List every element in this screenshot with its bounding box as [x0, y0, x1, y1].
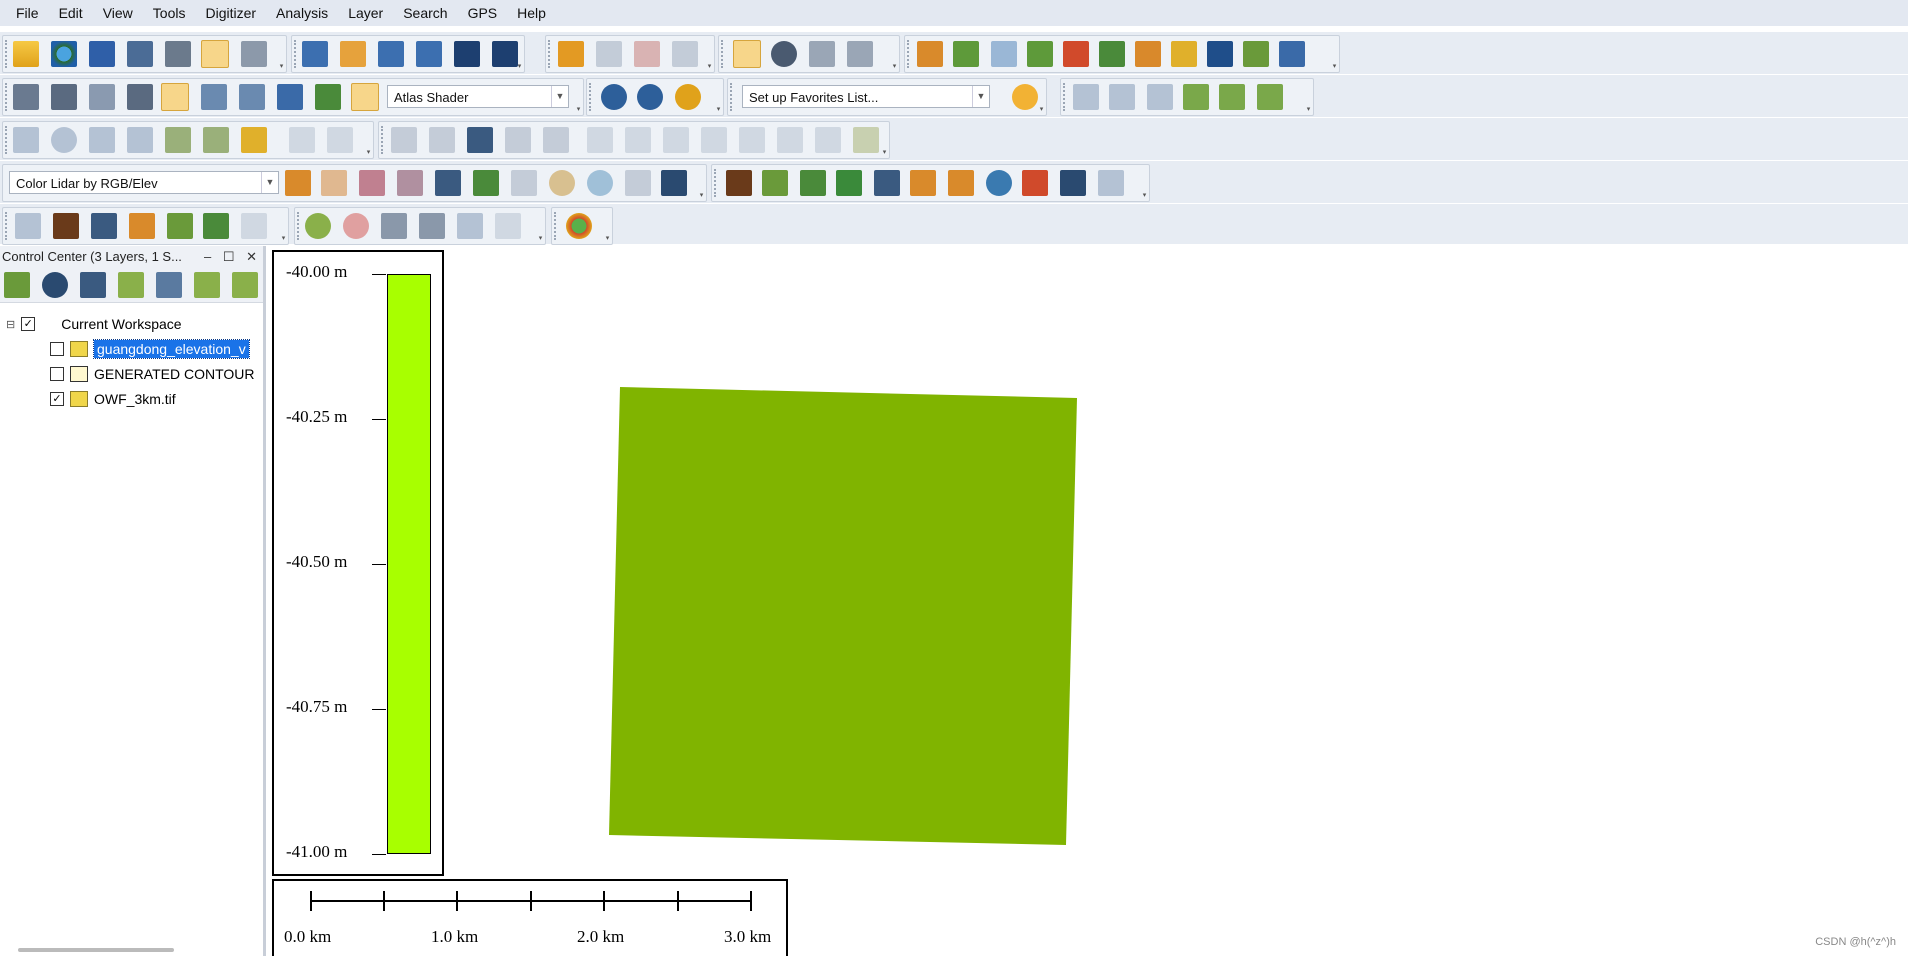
legend-label: -40.25 m	[286, 407, 348, 426]
legend-tick	[372, 419, 386, 420]
scale-tick	[530, 891, 532, 911]
scale-label: 3.0 km	[724, 927, 772, 946]
scale-label: 0.0 km	[284, 927, 332, 946]
watermark: CSDN @h(^z^)h	[1815, 936, 1896, 948]
legend-label: -40.50 m	[286, 552, 348, 571]
scale-tick	[310, 891, 312, 911]
scale-tick	[456, 891, 458, 911]
scale-label: 2.0 km	[577, 927, 625, 946]
legend-tick	[372, 564, 386, 565]
legend-label: -41.00 m	[286, 842, 348, 861]
legend-tick	[372, 709, 386, 710]
scale-tick	[750, 891, 752, 911]
legend-label: -40.75 m	[286, 697, 348, 716]
legend-color-bar	[387, 274, 431, 854]
scale-tick	[383, 891, 385, 911]
raster-tile[interactable]	[609, 387, 1077, 845]
scale-tick	[677, 891, 679, 911]
legend-tick	[372, 274, 386, 275]
scale-tick	[603, 891, 605, 911]
scale-label: 1.0 km	[431, 927, 479, 946]
legend-label: -40.00 m	[286, 262, 348, 281]
legend-tick	[372, 854, 386, 855]
